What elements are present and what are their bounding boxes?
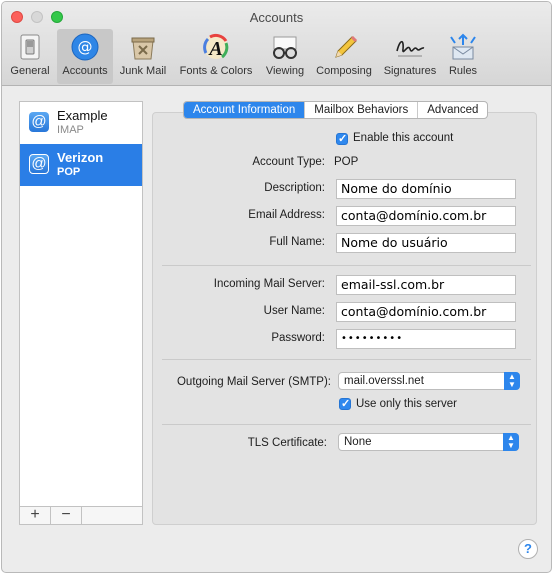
- tab-account-information[interactable]: Account Information: [184, 102, 306, 118]
- chevron-updown-icon: ▲ ▼: [503, 433, 519, 451]
- junk-bin-icon: [131, 37, 155, 60]
- tls-certificate-value: None: [344, 436, 372, 448]
- smtp-label: Outgoing Mail Server (SMTP):: [176, 376, 331, 388]
- settings-tabs: Account Information Mailbox Behaviors Ad…: [183, 101, 489, 119]
- toolbar-accounts-label: Accounts: [62, 65, 108, 77]
- toolbar-accounts[interactable]: @ Accounts: [57, 29, 113, 84]
- account-type: POP: [57, 166, 81, 178]
- username-field[interactable]: conta@domínio.com.br: [336, 302, 516, 322]
- section-divider: [162, 265, 531, 266]
- add-account-button[interactable]: +: [20, 507, 51, 524]
- section-divider: [162, 359, 531, 360]
- email-field[interactable]: conta@domínio.com.br: [336, 206, 516, 226]
- toolbar-general-label: General: [10, 65, 50, 77]
- account-name: Verizon: [57, 150, 104, 165]
- general-switch-icon: [20, 34, 40, 60]
- account-name: Example: [57, 108, 108, 123]
- toolbar-general[interactable]: General: [6, 29, 54, 84]
- toolbar-viewing[interactable]: Viewing: [261, 29, 309, 84]
- incoming-server-label: Incoming Mail Server:: [213, 278, 325, 290]
- account-type-value: POP: [334, 156, 359, 168]
- tls-label: TLS Certificate:: [247, 437, 327, 449]
- toolbar: Accounts General @ Accounts Junk Mail A …: [2, 2, 551, 86]
- preferences-window: Accounts General @ Accounts Junk Mail A …: [1, 1, 552, 573]
- tab-advanced[interactable]: Advanced: [418, 102, 487, 118]
- email-label: Email Address:: [248, 209, 325, 221]
- signature-icon: [396, 40, 425, 57]
- account-item-verizon[interactable]: @ Verizon POP: [20, 144, 142, 186]
- pencil-icon: [335, 35, 358, 58]
- svg-text:@: @: [78, 38, 93, 56]
- account-type: IMAP: [57, 124, 84, 136]
- toolbar-viewing-label: Viewing: [265, 65, 305, 77]
- description-label: Description:: [264, 182, 325, 194]
- at-sign-icon: @: [29, 154, 49, 174]
- at-sign-icon: @: [29, 112, 49, 132]
- remove-account-button[interactable]: −: [51, 507, 82, 524]
- svg-text:A: A: [207, 38, 222, 60]
- tls-certificate-select[interactable]: None ▲ ▼: [338, 433, 519, 451]
- tab-mailbox-behaviors[interactable]: Mailbox Behaviors: [305, 102, 419, 118]
- enable-account-checkbox[interactable]: [336, 132, 348, 145]
- toolbar-rules-label: Rules: [448, 65, 478, 77]
- username-label: User Name:: [263, 305, 325, 317]
- password-label: Password:: [271, 332, 325, 344]
- use-only-server-checkbox[interactable]: [339, 397, 351, 410]
- description-field[interactable]: Nome do domínio: [336, 179, 516, 199]
- toolbar-signatures[interactable]: Signatures: [379, 29, 441, 84]
- fullname-field[interactable]: Nome do usuário: [336, 233, 516, 253]
- toolbar-composing[interactable]: Composing: [311, 29, 377, 84]
- section-divider: [162, 424, 531, 425]
- window-title: Accounts: [249, 10, 304, 25]
- account-item-example[interactable]: @ Example IMAP: [20, 102, 142, 144]
- toolbar-fonts-colors[interactable]: A Fonts & Colors: [174, 29, 258, 84]
- account-type-label: Account Type:: [252, 156, 325, 168]
- toolbar-fonts-colors-label: Fonts & Colors: [179, 65, 253, 77]
- smtp-server-value: mail.overssl.net: [344, 375, 424, 387]
- account-list-footer: + −: [20, 506, 142, 524]
- rules-arrows-icon: [450, 33, 476, 60]
- at-sign-icon: @: [71, 33, 99, 61]
- password-field[interactable]: •••••••••: [336, 329, 516, 349]
- glasses-icon: [273, 36, 297, 59]
- help-button[interactable]: ?: [518, 539, 538, 559]
- smtp-server-select[interactable]: mail.overssl.net ▲ ▼: [338, 372, 520, 390]
- incoming-server-field[interactable]: email-ssl.com.br: [336, 275, 516, 295]
- toolbar-junk-mail[interactable]: Junk Mail: [116, 29, 170, 84]
- toolbar-signatures-label: Signatures: [383, 65, 437, 77]
- toolbar-rules[interactable]: Rules: [443, 29, 483, 84]
- account-list: @ Example IMAP @ Verizon POP + −: [19, 101, 143, 525]
- chevron-updown-icon: ▲ ▼: [504, 372, 520, 390]
- toolbar-composing-label: Composing: [316, 65, 372, 77]
- fullname-label: Full Name:: [269, 236, 325, 248]
- toolbar-junk-mail-label: Junk Mail: [119, 65, 167, 77]
- font-a-icon: A: [203, 33, 229, 60]
- use-only-server-label: Use only this server: [356, 398, 457, 410]
- enable-account-label: Enable this account: [353, 132, 454, 144]
